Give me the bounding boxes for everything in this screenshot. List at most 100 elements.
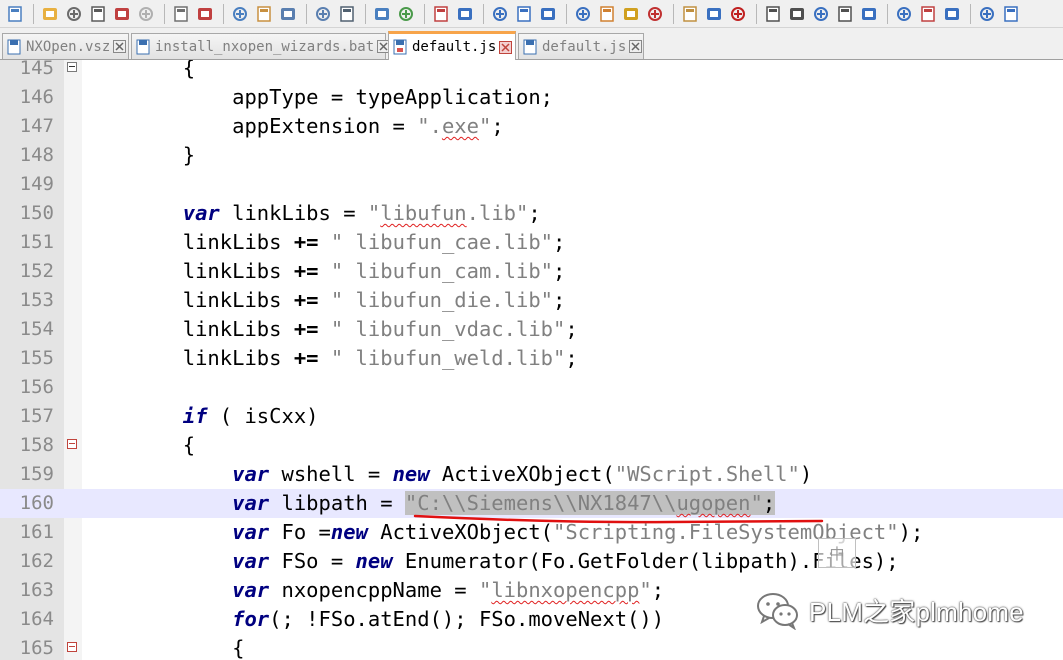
code-token: linkLibs = <box>219 201 368 225</box>
code-line[interactable]: 165 { <box>0 634 1063 660</box>
code-editor[interactable]: 145 {146 appType = typeApplication; 147 a… <box>0 60 1063 660</box>
print-button[interactable] <box>170 3 192 25</box>
close-tab-icon[interactable] <box>499 40 513 54</box>
save-macro-button[interactable] <box>834 3 856 25</box>
code-line[interactable]: 150 var linkLibs = "libufun.lib"; <box>0 199 1063 228</box>
zoom-out-button[interactable] <box>430 3 452 25</box>
operator-token: += <box>293 288 319 312</box>
code-line[interactable]: 156 <box>0 373 1063 402</box>
save-button[interactable] <box>63 3 85 25</box>
code-line[interactable]: 151 linkLibs += " libufun_cae.lib"; <box>0 228 1063 257</box>
toolbar <box>0 0 1063 28</box>
code-token: FSo = <box>269 549 356 573</box>
paste-button[interactable] <box>253 3 275 25</box>
tab-label: default.js <box>412 39 497 55</box>
tab-nxopen-vsz[interactable]: NXOpen.vsz <box>2 33 129 59</box>
sync-vertical-button[interactable] <box>454 3 476 25</box>
copy-icon <box>233 6 247 21</box>
zoom-in-button[interactable] <box>395 3 417 25</box>
trim-button[interactable] <box>858 3 880 25</box>
close-button[interactable] <box>111 3 133 25</box>
define-language-button[interactable] <box>596 3 618 25</box>
open-file-button[interactable] <box>39 3 61 25</box>
find-button[interactable] <box>336 3 358 25</box>
line-number: 156 <box>19 376 54 398</box>
string-token: " libufun_weld.lib" <box>330 346 566 370</box>
code-line[interactable]: 146 appType = typeApplication; <box>0 83 1063 112</box>
code-text: } <box>84 141 195 170</box>
string-token: " libufun_cam.lib" <box>330 259 554 283</box>
view-1-button[interactable] <box>893 3 915 25</box>
document-map-button[interactable] <box>620 3 642 25</box>
keyword-token: var <box>232 520 270 544</box>
run-macro-multiple-icon <box>814 6 828 21</box>
code-line[interactable]: 162 var FSo = new Enumerator(Fo.GetFolde… <box>0 547 1063 576</box>
close-tab-icon[interactable] <box>629 40 643 53</box>
record-macro-button[interactable] <box>727 3 749 25</box>
code-line[interactable]: 154 linkLibs += " libufun_vdac.lib"; <box>0 315 1063 344</box>
tab-install-nxopen-wizards[interactable]: install_nxopen_wizards.bat <box>131 33 391 59</box>
arrow-down-button[interactable] <box>1000 3 1022 25</box>
undo-button[interactable] <box>277 3 299 25</box>
close-all-button[interactable] <box>135 3 157 25</box>
red-underline-annotation <box>413 514 824 524</box>
file-modified-icon <box>393 39 407 55</box>
cut-button[interactable] <box>194 3 216 25</box>
show-all-chars-icon <box>541 7 555 20</box>
code-line[interactable]: 152 linkLibs += " libufun_cam.lib"; <box>0 257 1063 286</box>
toolbar-separator <box>483 3 484 24</box>
code-line[interactable]: 158 { <box>0 431 1063 460</box>
tab-label: default.js <box>542 38 627 55</box>
string-token: " <box>639 578 652 602</box>
view-2-button[interactable] <box>917 3 939 25</box>
tab-default-js-active[interactable]: default.js <box>388 31 516 60</box>
redo-button[interactable] <box>312 3 334 25</box>
code-line[interactable]: 147 appExtension = ".exe"; <box>0 112 1063 141</box>
word-wrap-button[interactable] <box>513 3 535 25</box>
code-token: ; <box>553 288 566 312</box>
fold-toggle-icon[interactable] <box>67 642 77 652</box>
fold-toggle-icon[interactable] <box>67 439 77 449</box>
run-macro-multiple-button[interactable] <box>810 3 832 25</box>
code-line[interactable]: 149 <box>0 170 1063 199</box>
indent-guide-button[interactable] <box>572 3 594 25</box>
line-number: 164 <box>19 608 54 630</box>
arrow-up-button[interactable] <box>976 3 998 25</box>
code-line[interactable]: 145 { <box>0 60 1063 83</box>
code-line[interactable]: 157 if ( isCxx) <box>0 402 1063 431</box>
save-macro-icon <box>838 5 852 22</box>
copy-button[interactable] <box>229 3 251 25</box>
code-token: { <box>84 636 245 660</box>
monitoring-button[interactable] <box>703 3 725 25</box>
show-all-chars-button[interactable] <box>537 3 559 25</box>
code-line[interactable]: 153 linkLibs += " libufun_die.lib"; <box>0 286 1063 315</box>
string-token: " <box>367 201 381 225</box>
sync-horizontal-button[interactable] <box>489 3 511 25</box>
save-all-button[interactable] <box>87 3 109 25</box>
keyword-token: var <box>232 462 270 486</box>
code-text: { <box>84 431 195 460</box>
new-file-button[interactable] <box>4 3 26 25</box>
function-list-button[interactable] <box>644 3 666 25</box>
code-line[interactable]: 155 linkLibs += " libufun_weld.lib"; <box>0 344 1063 373</box>
sync-vertical-icon <box>458 7 472 20</box>
stop-recording-button[interactable] <box>762 3 784 25</box>
fold-toggle-icon[interactable] <box>67 62 77 72</box>
replace-button[interactable] <box>371 3 393 25</box>
code-token: ; <box>565 346 578 370</box>
code-text: { <box>84 60 195 83</box>
watermark-text: PLM之家plmhome <box>809 596 1024 627</box>
code-text: appType = typeApplication; <box>84 83 553 112</box>
tab-default-js[interactable]: default.js <box>518 33 644 59</box>
collapse-button[interactable] <box>941 3 963 25</box>
code-text: var nxopencppName = "libnxopencpp"; <box>84 576 664 605</box>
code-line[interactable]: 159 var wshell = new ActiveXObject("WScr… <box>0 460 1063 489</box>
folder-workspace-button[interactable] <box>679 3 701 25</box>
code-line[interactable]: 148 } <box>0 141 1063 170</box>
close-tab-icon[interactable] <box>113 40 127 53</box>
playback-macro-button[interactable] <box>786 3 808 25</box>
file-saved-icon <box>136 39 150 54</box>
